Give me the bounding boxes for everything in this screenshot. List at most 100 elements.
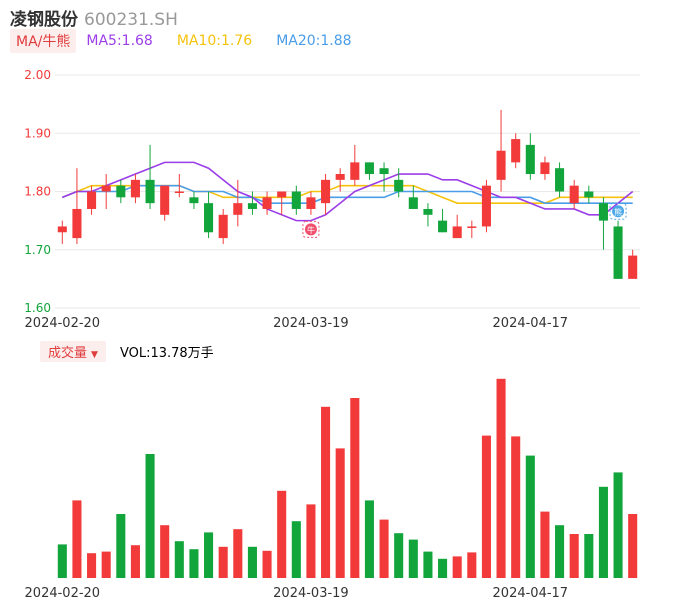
- candle-body: [262, 197, 272, 209]
- x-tick-label: 2024-04-17: [493, 316, 569, 331]
- candle-body: [511, 139, 521, 163]
- candle: [291, 185, 301, 215]
- volume-bar: [233, 529, 243, 578]
- candle-body: [72, 208, 82, 239]
- volume-bar: [569, 534, 579, 578]
- candle-body: [116, 185, 126, 198]
- candle-body: [87, 191, 97, 209]
- candle: [569, 179, 579, 209]
- candle: [584, 185, 594, 204]
- candle-body: [57, 226, 67, 233]
- y-tick-label: 1.80: [24, 185, 51, 199]
- candle: [335, 168, 345, 192]
- candle-body: [174, 191, 184, 193]
- y-tick-label: 1.90: [24, 126, 51, 140]
- bear-marker-icon-text: 熊: [614, 207, 622, 217]
- candle-body: [321, 179, 331, 204]
- volume-bar: [598, 486, 608, 578]
- y-tick-label: 1.60: [24, 301, 51, 315]
- candle: [130, 174, 140, 204]
- candle: [481, 179, 491, 233]
- volume-bar: [101, 551, 111, 578]
- candle: [72, 168, 82, 244]
- volume-bar: [364, 500, 374, 578]
- volume-bar: [277, 490, 287, 578]
- candle: [306, 191, 316, 215]
- candle-body: [423, 208, 433, 215]
- candle: [598, 197, 608, 250]
- volume-bar: [116, 514, 126, 578]
- candle-body: [145, 179, 155, 204]
- volume-bar: [467, 552, 477, 578]
- volume-bar: [452, 556, 462, 578]
- volume-bar: [350, 398, 360, 578]
- volume-bar: [525, 455, 535, 578]
- candle-body: [247, 203, 257, 209]
- candle-body: [584, 191, 594, 198]
- candle: [116, 179, 126, 204]
- candle-body: [394, 179, 404, 192]
- volume-bar: [145, 454, 155, 578]
- volume-bar: [321, 406, 331, 578]
- candle: [321, 174, 331, 215]
- volume-bar: [306, 504, 316, 578]
- volume-bar: [423, 551, 433, 578]
- candle: [379, 162, 389, 192]
- candle-body: [613, 226, 623, 279]
- candle: [540, 156, 550, 180]
- candle: [408, 185, 418, 209]
- volume-x-tick-label: 2024-04-17: [493, 586, 569, 601]
- volume-bar: [555, 525, 565, 578]
- volume-bar: [408, 539, 418, 578]
- kline-chart[interactable]: 2.00 1.90 1.80 1.70 1.60 牛 熊 2024-02-20 2024-03-…: [0, 0, 686, 606]
- candle-body: [481, 185, 491, 227]
- volume-bar: [540, 511, 550, 578]
- volume-bar: [394, 533, 404, 578]
- candle-body: [364, 162, 374, 175]
- bear-marker-icon: 熊: [609, 202, 627, 220]
- candle-body: [569, 185, 579, 204]
- candle-body: [467, 226, 477, 228]
- candle: [423, 203, 433, 227]
- volume-bar: [379, 519, 389, 578]
- volume-bar: [628, 514, 638, 578]
- volume-bar: [72, 500, 82, 578]
- candle: [467, 220, 477, 239]
- candle: [101, 174, 111, 209]
- bull-marker-icon-text: 牛: [307, 225, 315, 235]
- volume-bar: [262, 550, 272, 578]
- candle-body: [496, 150, 506, 180]
- volume-x-tick-label: 2024-03-19: [273, 586, 349, 601]
- candle-body: [540, 162, 550, 175]
- candle: [628, 249, 638, 279]
- candle: [57, 220, 67, 244]
- volume-bar: [247, 546, 257, 578]
- candle: [555, 162, 565, 198]
- candle-body: [555, 168, 565, 192]
- volume-x-tick-label: 2024-02-20: [25, 586, 101, 601]
- candle: [262, 191, 272, 215]
- candle: [160, 185, 170, 221]
- candle: [218, 208, 228, 244]
- candle-body: [628, 255, 638, 279]
- candle-body: [598, 203, 608, 221]
- candle: [233, 179, 243, 227]
- volume-bar: [130, 545, 140, 578]
- volume-bar: [496, 378, 506, 578]
- candle-body: [306, 197, 316, 209]
- candle: [204, 191, 214, 239]
- candle: [496, 109, 506, 192]
- volume-bar: [511, 436, 521, 578]
- candle-body: [452, 226, 462, 239]
- volume-bar: [481, 435, 491, 578]
- volume-bar: [160, 525, 170, 578]
- candle: [350, 144, 360, 186]
- candle-body: [438, 220, 448, 233]
- volume-bar: [584, 534, 594, 578]
- y-tick-label: 2.00: [24, 68, 51, 82]
- candle-body: [335, 174, 345, 180]
- candle-body: [160, 185, 170, 215]
- candle-body: [408, 197, 418, 209]
- candle-body: [233, 203, 243, 215]
- x-tick-label: 2024-02-20: [25, 316, 101, 331]
